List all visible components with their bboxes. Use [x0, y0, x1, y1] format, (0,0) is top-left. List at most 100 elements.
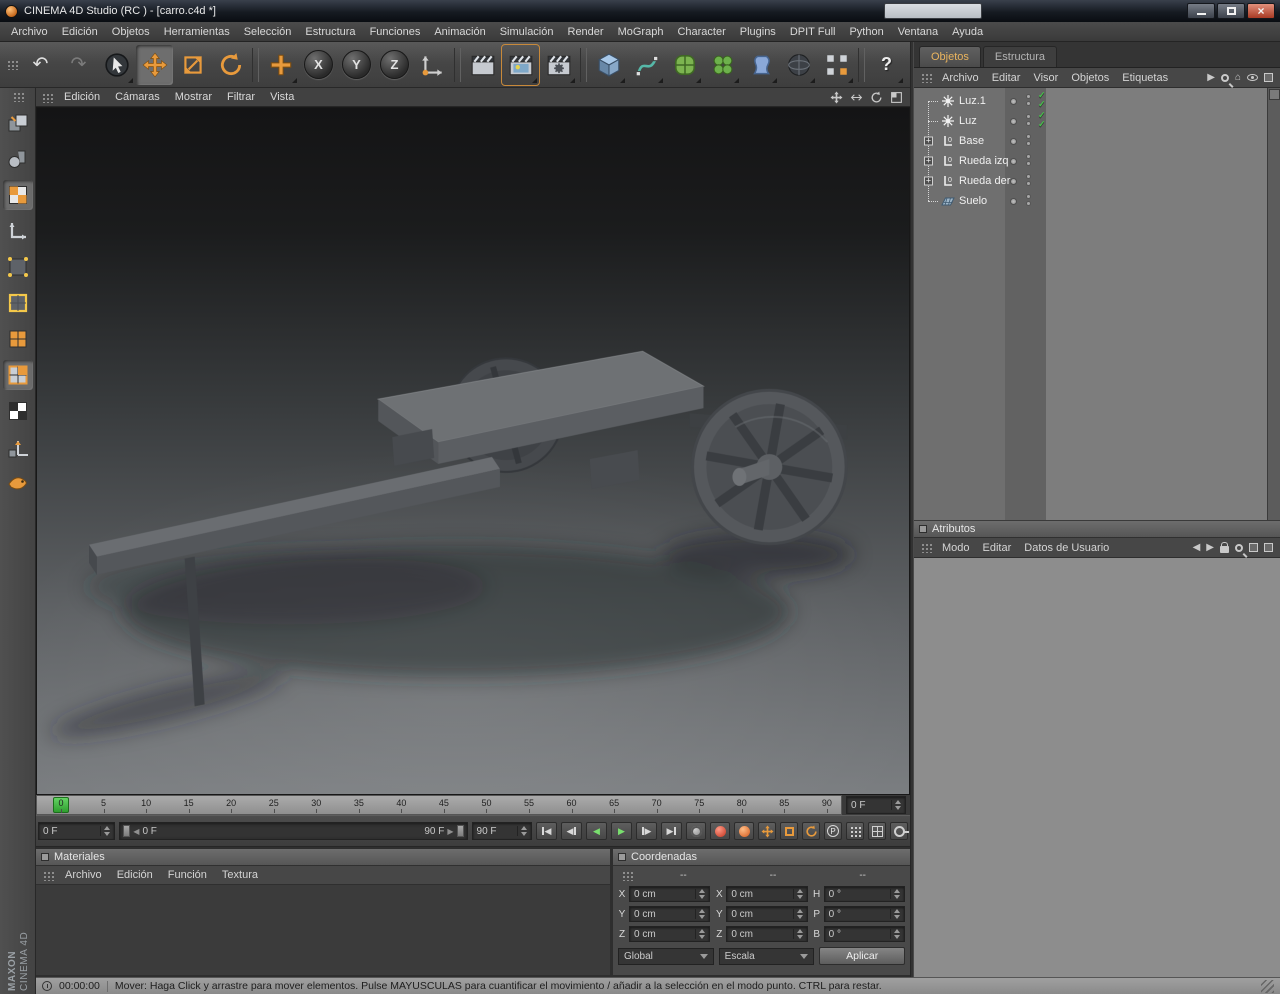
visibility-dots[interactable] — [1026, 134, 1031, 146]
enabled-check-icon[interactable]: ✓ ✓ — [1038, 91, 1046, 109]
redo-button[interactable]: ↷ — [60, 45, 97, 85]
keyframe-filter-button[interactable] — [868, 822, 886, 840]
add-mograph-button[interactable] — [704, 45, 741, 85]
object-manager-grip[interactable] — [920, 72, 932, 83]
materials-title-bar[interactable]: Materiales — [36, 849, 610, 866]
stepper[interactable] — [889, 909, 900, 919]
undo-button[interactable]: ↶ — [22, 45, 59, 85]
record-button[interactable] — [710, 822, 730, 840]
timeline-frame-field[interactable]: 0 F — [846, 796, 906, 814]
coordinate-space-select[interactable]: Global — [618, 947, 714, 965]
lock-z-axis-button[interactable]: Z — [376, 45, 413, 85]
move-tool-button[interactable] — [136, 44, 173, 85]
vp-menu-edicion[interactable]: Edición — [57, 91, 107, 103]
expand-toggle[interactable]: + — [924, 176, 933, 186]
model-mode-button[interactable] — [3, 144, 33, 174]
visibility-dots[interactable] — [1026, 114, 1031, 126]
vp-menu-mostrar[interactable]: Mostrar — [168, 91, 219, 103]
object-tree[interactable]: Luz.1 ✓✓ Luz ✓✓ + 0 Base + 0 Rueda izq — [914, 88, 1280, 520]
home-icon[interactable]: ⌂ — [1235, 72, 1241, 83]
menu-mograph[interactable]: MoGraph — [611, 22, 671, 41]
enabled-check-icon[interactable]: ✓ ✓ — [1038, 111, 1046, 129]
expand-toggle[interactable]: + — [924, 136, 933, 146]
keyframe-presets-button[interactable] — [890, 822, 909, 840]
materials-menu-archivo[interactable]: Archivo — [58, 869, 109, 881]
autokey-button[interactable] — [734, 822, 754, 840]
coordinates-title-bar[interactable]: Coordenadas — [613, 849, 910, 866]
search-icon[interactable] — [1220, 73, 1229, 82]
attributes-content[interactable] — [914, 558, 1280, 977]
add-primitive-button[interactable] — [590, 45, 627, 85]
snap-button[interactable] — [3, 468, 33, 498]
size-y-field[interactable]: 0 cm — [726, 906, 808, 922]
tab-objetos[interactable]: Objetos — [919, 46, 981, 67]
layout-selector[interactable] — [884, 3, 982, 19]
misc-icon-1[interactable] — [1249, 543, 1258, 552]
frame-stepper[interactable] — [891, 800, 901, 810]
record-position-button[interactable] — [758, 822, 776, 840]
menu-ventana[interactable]: Ventana — [891, 22, 945, 41]
add-generator-button[interactable] — [666, 45, 703, 85]
visibility-dots[interactable] — [1026, 154, 1031, 166]
scrollbar-box[interactable] — [1269, 89, 1280, 100]
attributes-title-bar[interactable]: Atributos — [914, 520, 1280, 538]
materials-menu-funcion[interactable]: Función — [161, 869, 214, 881]
add-deformer-button[interactable] — [742, 45, 779, 85]
object-row-luz1[interactable]: Luz.1 ✓ ✓ — [914, 91, 1267, 111]
resize-grip[interactable] — [1261, 979, 1274, 993]
stepper[interactable] — [695, 909, 706, 919]
layer-dot[interactable] — [1010, 118, 1017, 125]
menu-estructura[interactable]: Estructura — [298, 22, 362, 41]
om-menu-editar[interactable]: Editar — [986, 72, 1027, 84]
timeline-ruler[interactable]: 0 5 10 15 20 25 30 35 40 45 50 55 60 65 … — [36, 795, 842, 815]
rotation-b-field[interactable]: 0 ° — [823, 926, 905, 942]
scale-mode-select[interactable]: Escala — [718, 947, 815, 965]
add-spline-button[interactable] — [628, 45, 665, 85]
om-menu-visor[interactable]: Visor — [1027, 72, 1064, 84]
materials-content[interactable] — [36, 885, 610, 975]
snap-settings-button[interactable] — [818, 45, 855, 85]
object-row-suelo[interactable]: Suelo — [914, 191, 1267, 211]
sidebar-grip[interactable] — [11, 91, 24, 102]
stepper[interactable] — [695, 889, 706, 899]
chevron-right-icon[interactable]: ▶ — [1207, 72, 1215, 83]
menu-dpit-full[interactable]: DPIT Full — [783, 22, 843, 41]
add-environment-button[interactable] — [780, 45, 817, 85]
menu-simulacion[interactable]: Simulación — [493, 22, 561, 41]
viewport-zoom-button[interactable] — [848, 90, 865, 105]
stepper[interactable] — [889, 929, 900, 939]
workplane-mode-button[interactable] — [3, 216, 33, 246]
render-settings-button[interactable] — [540, 45, 577, 85]
live-selection-button[interactable] — [98, 45, 135, 85]
menu-animacion[interactable]: Animación — [427, 22, 492, 41]
texture-mode-button[interactable] — [2, 180, 33, 210]
object-tree-scrollbar[interactable] — [1267, 88, 1280, 520]
lock-x-axis-button[interactable]: X — [300, 45, 337, 85]
render-picture-viewer-button[interactable] — [501, 43, 540, 86]
filter-icon[interactable] — [1264, 73, 1273, 82]
viewport-toggle-button[interactable] — [888, 90, 905, 105]
attr-menu-modo[interactable]: Modo — [936, 542, 976, 554]
render-view-button[interactable] — [464, 45, 501, 85]
stepper[interactable] — [792, 889, 803, 899]
keyframe-selection-button[interactable] — [686, 822, 706, 840]
attr-menu-datos[interactable]: Datos de Usuario — [1018, 542, 1115, 554]
menu-edicion[interactable]: Edición — [55, 22, 105, 41]
texture-preview-button[interactable] — [3, 396, 33, 426]
current-frame-field[interactable]: 0 F — [38, 822, 116, 840]
help-button[interactable]: ? — [868, 45, 905, 85]
preview-range-slider[interactable]: ◀ 0 F 90 F ▶ — [119, 822, 468, 840]
materials-menu-textura[interactable]: Textura — [215, 869, 265, 881]
lock-y-axis-button[interactable]: Y — [338, 45, 375, 85]
rotation-h-field[interactable]: 0 ° — [823, 886, 905, 902]
vp-menu-camaras[interactable]: Cámaras — [108, 91, 167, 103]
apply-button[interactable]: Aplicar — [819, 947, 906, 965]
go-to-start-button[interactable]: ◀ — [536, 822, 557, 840]
layer-dot[interactable] — [1010, 198, 1017, 205]
maximize-button[interactable] — [1217, 3, 1245, 19]
misc-icon-2[interactable] — [1264, 543, 1273, 552]
tab-estructura[interactable]: Estructura — [982, 46, 1058, 67]
attr-menu-editar[interactable]: Editar — [977, 542, 1018, 554]
end-frame-field[interactable]: 90 F — [471, 822, 532, 840]
viewport-rotate-button[interactable] — [868, 90, 885, 105]
